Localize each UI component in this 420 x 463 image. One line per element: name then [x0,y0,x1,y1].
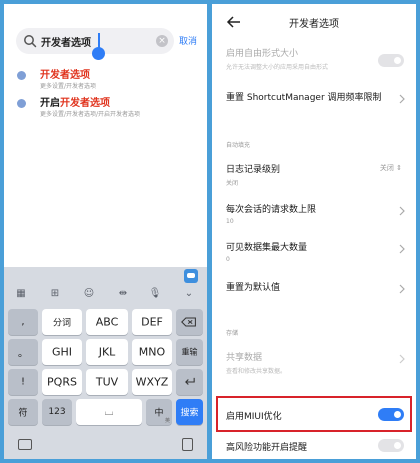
space-key[interactable]: ⌴ [76,399,142,425]
search-result-item[interactable]: 开发者选项 更多设置/开发者选项 [16,66,201,96]
key-exclaim[interactable]: ! [8,369,38,395]
key-def[interactable]: DEF [132,309,172,335]
keyboard-switch-icon[interactable] [18,439,32,450]
chevron-right-icon [399,94,405,104]
cancel-button[interactable]: 取消 [179,34,197,47]
key-tuv[interactable]: TUV [86,369,128,395]
key-abc[interactable]: ABC [86,309,128,335]
high-risk-alert-toggle[interactable] [378,439,404,452]
cursor-move-icon[interactable]: ⇹ [116,287,130,301]
chevron-right-icon [399,284,405,294]
caret-drag-handle[interactable] [92,47,105,60]
max-datasets-row[interactable]: 可见数据集最大数量 0 [226,240,406,263]
result-title: 开启开发者选项 [40,98,110,109]
key-mno[interactable]: MNO [132,339,172,365]
search-field-container[interactable]: × [16,28,174,60]
page-title: 开发者选项 [289,19,339,30]
row-subtitle: 0 [226,256,230,263]
search-icon [24,35,37,48]
grid-menu-icon[interactable]: ▦ [14,287,28,301]
miui-optimization-row[interactable]: 启用MIUI优化 [226,408,406,422]
key-pqrs[interactable]: PQRS [42,369,82,395]
row-title: 共享数据 [226,353,263,363]
ime-mascot-icon[interactable] [184,269,198,283]
microphone-icon[interactable]: 🎙 [148,287,162,301]
log-level-value: 关闭 ⇕ [379,164,402,172]
chevron-right-icon [399,354,405,364]
miui-optimization-toggle[interactable] [378,408,404,421]
settings-dot-icon [17,99,26,108]
row-subtitle: 关闭 [226,180,239,187]
row-title: 重置 ShortcutManager 调用频率限制 [226,93,382,103]
retype-key[interactable]: 重输 [176,339,203,365]
row-title: 每次会话的请求数上限 [226,205,317,215]
enter-icon [185,377,195,385]
keyboard-nav-bar [4,433,207,459]
alt-lang-hint: 英 [164,418,170,424]
number-key[interactable]: 123 [42,399,72,425]
max-requests-row[interactable]: 每次会话的请求数上限 10 [226,202,406,225]
section-header-storage: 存储 [226,330,239,337]
high-risk-alert-row[interactable]: 高风险功能开启提醒 [226,439,406,453]
enter-key[interactable] [176,369,203,395]
search-bar: × 取消 [16,28,201,60]
freeform-toggle[interactable] [378,54,404,67]
ime-keyboard: ▦ ⊞ ☺ ⇹ 🎙 ⌄ , 分词 ABC DEF 。 GHI JKL MNO 重… [4,267,207,459]
chevron-right-icon [399,206,405,216]
row-subtitle: 查看和修改共享数据。 [226,368,287,375]
freeform-resize-row[interactable]: 启用自由形式大小 允许无法调整大小的应用采用自由形式 [226,46,406,71]
reset-shortcut-row[interactable]: 重置 ShortcutManager 调用频率限制 [226,90,406,104]
log-level-row[interactable]: 日志记录级别 关闭 关闭 ⇕ [226,162,406,187]
chevron-right-icon [399,244,405,254]
collapse-keyboard-icon[interactable]: ⌄ [182,287,196,301]
developer-options-screen: 开发者选项 启用自由形式大小 允许无法调整大小的应用采用自由形式 重置 Shor… [212,4,416,459]
emoji-icon[interactable]: ☺ [82,287,96,301]
result-title: 开发者选项 [40,70,90,81]
row-title: 重置为默认值 [226,283,281,293]
language-switch-key[interactable]: 中英 [146,399,172,425]
result-subtitle: 更多设置/开发者选项 [40,83,97,90]
section-header-autofill: 自动填充 [226,142,251,149]
reset-default-row[interactable]: 重置为默认值 [226,280,406,294]
search-key[interactable]: 搜索 [176,399,203,425]
row-title: 可见数据集最大数量 [226,243,308,253]
key-fenci[interactable]: 分词 [42,309,82,335]
key-period[interactable]: 。 [8,339,38,365]
key-ghi[interactable]: GHI [42,339,82,365]
search-screen: × 取消 开发者选项 更多设置/开发者选项 开启开发者选项 更多设置/开发者选项… [4,4,207,459]
backspace-icon [181,317,196,327]
settings-dot-icon [17,71,26,80]
symbol-key[interactable]: 符 [8,399,38,425]
search-result-item[interactable]: 开启开发者选项 更多设置/开发者选项/开启开发者选项 [16,94,201,124]
shared-data-row: 共享数据 查看和修改共享数据。 [226,350,406,375]
clear-search-icon[interactable]: × [156,35,168,47]
result-subtitle: 更多设置/开发者选项/开启开发者选项 [40,111,141,118]
emoji-keyboard-icon[interactable]: ⊞ [48,287,62,301]
key-jkl[interactable]: JKL [86,339,128,365]
key-comma[interactable]: , [8,309,38,335]
row-subtitle: 10 [226,218,234,225]
keyboard-toolbar: ▦ ⊞ ☺ ⇹ 🎙 ⌄ [4,285,207,303]
clipboard-icon[interactable] [182,438,193,451]
key-wxyz[interactable]: WXYZ [132,369,172,395]
nav-bar: 开发者选项 [212,4,416,40]
backspace-key[interactable] [176,309,203,335]
